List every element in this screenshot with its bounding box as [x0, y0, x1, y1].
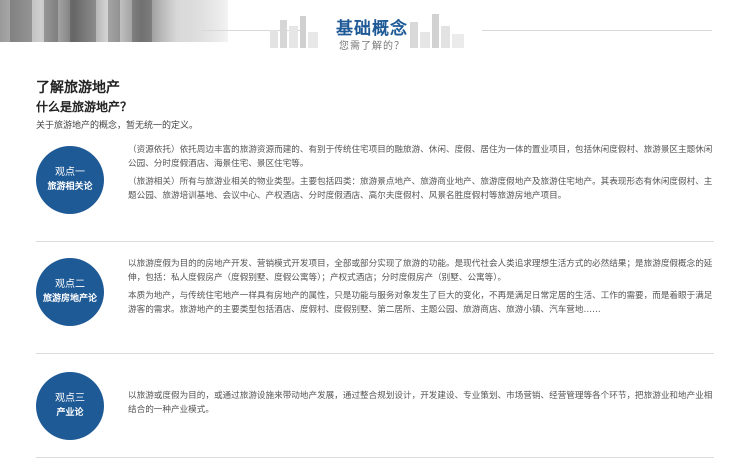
- viewpoint-paragraph: （资源依托）依托周边丰富的旅游资源而建的、有别于传统住宅项目的融旅游、休闲、度假…: [128, 145, 713, 169]
- viewpoint-3: 观点三 产业论 以旅游或度假为目的，或通过旅游设施来带动地产发展，通过整合规划设…: [36, 354, 714, 458]
- photo-fade: [150, 0, 240, 42]
- viewpoint-badge: 观点二 旅游房地产论: [36, 258, 104, 326]
- viewpoint-2: 观点二 旅游房地产论 以旅游度假为目的的房地产开发、营销模式开发项目，全部或部分…: [36, 242, 714, 354]
- section-subtitle: 什么是旅游地产？: [36, 100, 133, 114]
- banner-subtitle: 您需了解的？: [339, 41, 405, 52]
- viewpoint-label: 观点二: [55, 279, 85, 290]
- viewpoint-label: 观点三: [55, 393, 85, 404]
- skyline-left-icon: [270, 16, 318, 48]
- viewpoint-text: 以旅游或度假为目的，或通过旅游设施来带动地产发展，通过整合规划设计，开发建设、专…: [128, 390, 714, 422]
- viewpoint-paragraph: 本质为地产，与传统住宅地产一样具有房地产的属性，只是功能与服务对象发生了巨大的变…: [128, 291, 713, 315]
- viewpoint-badge: 观点一 旅游相关论: [36, 146, 104, 214]
- viewpoint-topic: 旅游房地产论: [42, 294, 97, 304]
- viewpoint-1: 观点一 旅游相关论 （资源依托）依托周边丰富的旅游资源而建的、有别于传统住宅项目…: [36, 138, 714, 242]
- viewpoint-label: 观点一: [55, 167, 85, 178]
- viewpoint-text: 以旅游度假为目的的房地产开发、营销模式开发项目，全部或部分实现了旅游的功能。是现…: [128, 258, 714, 322]
- viewpoint-text: （资源依托）依托周边丰富的旅游资源而建的、有别于传统住宅项目的融旅游、休闲、度假…: [128, 144, 714, 208]
- section-title: 了解旅游地产: [36, 80, 120, 96]
- viewpoint-badge: 观点三 产业论: [36, 372, 104, 440]
- banner-title: 基础概念: [336, 19, 408, 39]
- viewpoint-topic: 旅游相关论: [47, 182, 93, 192]
- banner-divider-right: [482, 30, 712, 31]
- viewpoint-paragraph: （旅游相关）所有与旅游业相关的物业类型。主要包括四类：旅游景点地产、旅游商业地产…: [128, 177, 713, 201]
- viewpoint-paragraph: 以旅游或度假为目的，或通过旅游设施来带动地产发展，通过整合规划设计，开发建设、专…: [128, 391, 713, 415]
- section-description: 关于旅游地产的概念，暂无统一的定义。: [36, 121, 199, 131]
- viewpoint-topic: 产业论: [56, 408, 84, 418]
- viewpoint-paragraph: 以旅游度假为目的的房地产开发、营销模式开发项目，全部或部分实现了旅游的功能。是现…: [128, 259, 713, 283]
- header-banner: 基础概念 您需了解的？: [0, 0, 750, 60]
